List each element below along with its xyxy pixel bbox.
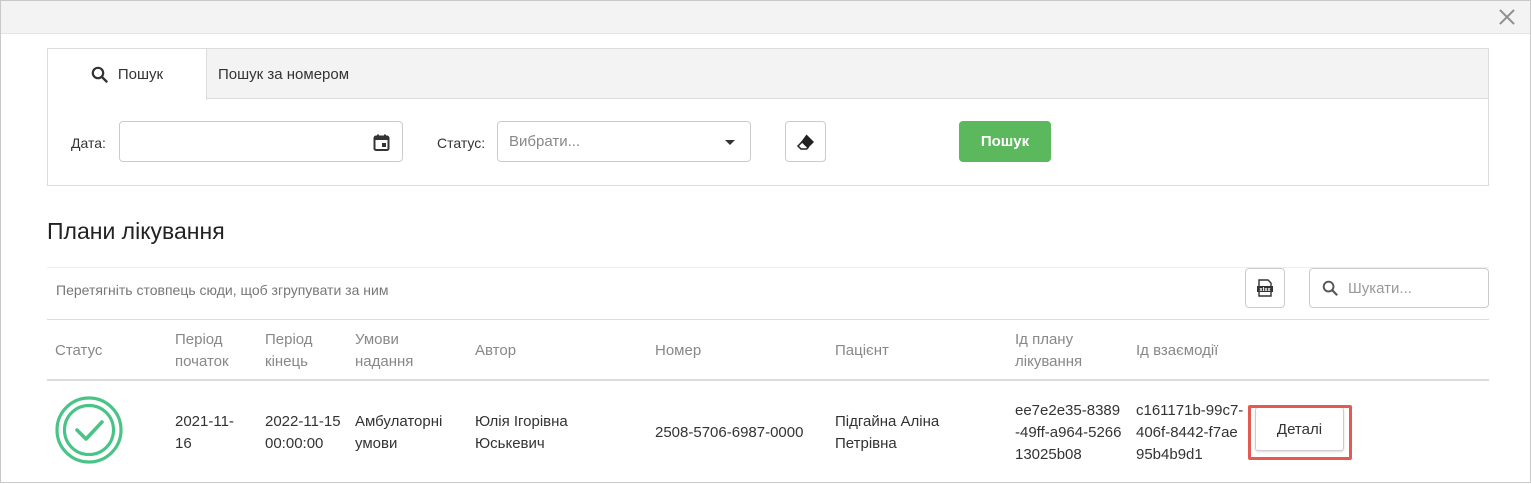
column-header-status[interactable]: Статус bbox=[55, 321, 165, 381]
tab-search-by-number[interactable]: Пошук за номером bbox=[218, 49, 349, 99]
column-header-interaction-id[interactable]: Ід взаємодії bbox=[1136, 321, 1246, 381]
search-button[interactable]: Пошук bbox=[959, 121, 1051, 162]
tab-search-by-number-label: Пошук за номером bbox=[218, 65, 350, 83]
cell-interaction-id: c161171b-99c7-406f-8442-f7ae95b4b9d1 bbox=[1136, 402, 1244, 463]
details-button[interactable]: Деталі bbox=[1255, 407, 1344, 451]
column-header-plan-id[interactable]: Ід плану лікування bbox=[1015, 321, 1120, 381]
status-select[interactable]: Вибрати... bbox=[497, 121, 751, 162]
column-header-period-end[interactable]: Період кінець bbox=[265, 321, 345, 381]
search-icon bbox=[1322, 280, 1338, 296]
close-icon[interactable] bbox=[1496, 6, 1518, 28]
group-panel-hint: Перетягніть стовпець сюди, щоб згрупуват… bbox=[56, 282, 389, 298]
modal-header bbox=[1, 1, 1530, 34]
clear-filters-button[interactable] bbox=[785, 121, 826, 162]
export-xlsx-button[interactable]: xlsx bbox=[1245, 268, 1285, 308]
column-header-number[interactable]: Номер bbox=[655, 321, 825, 381]
check-circle-icon bbox=[55, 396, 123, 464]
tab-search-label: Пошук bbox=[117, 66, 164, 83]
search-panel: Пошук Пошук за номером Дата: Статус: Виб… bbox=[47, 48, 1489, 186]
cell-plan-id: ee7e2e35-8389-49ff-a964-526613025b08 bbox=[1015, 402, 1122, 463]
grid-search-input[interactable] bbox=[1348, 279, 1478, 297]
status-label: Статус: bbox=[437, 135, 486, 151]
cell-number: 2508-5706-6987-0000 bbox=[655, 424, 804, 441]
search-icon bbox=[91, 66, 108, 83]
cell-author: Юлія Ігорівна Юськевич bbox=[475, 413, 568, 452]
cell-conditions: Амбулаторні умови bbox=[355, 413, 443, 452]
column-header-period-start[interactable]: Період початок bbox=[175, 321, 255, 381]
column-header-conditions[interactable]: Умови надання bbox=[355, 321, 455, 381]
calendar-icon[interactable] bbox=[373, 134, 390, 151]
date-field[interactable] bbox=[119, 121, 403, 162]
eraser-icon bbox=[796, 134, 814, 150]
date-label: Дата: bbox=[71, 135, 106, 151]
group-panel[interactable]: Перетягніть стовпець сюди, щоб згрупуват… bbox=[47, 267, 1489, 320]
grid-search-box[interactable] bbox=[1309, 268, 1489, 308]
page-title: Плани лікування bbox=[47, 218, 225, 244]
tab-search[interactable]: Пошук bbox=[48, 49, 207, 100]
search-tabs: Пошук Пошук за номером bbox=[48, 49, 1488, 100]
svg-text:xlsx: xlsx bbox=[1259, 287, 1271, 293]
status-select-placeholder: Вибрати... bbox=[509, 133, 581, 150]
chevron-down-icon bbox=[725, 140, 735, 145]
table-header: Статус Період початок Період кінець Умов… bbox=[47, 321, 1489, 381]
xlsx-export-icon: xlsx bbox=[1257, 279, 1273, 297]
cell-period-end: 2022-11-15 00:00:00 bbox=[265, 413, 341, 452]
treatment-plans-modal: Пошук Пошук за номером Дата: Статус: Виб… bbox=[0, 0, 1531, 483]
column-header-patient[interactable]: Пацієнт bbox=[835, 321, 1005, 381]
table-row: 2021-11-16 2022-11-15 00:00:00 Амбулатор… bbox=[47, 382, 1489, 484]
column-header-author[interactable]: Автор bbox=[475, 321, 635, 381]
cell-period-start: 2021-11-16 bbox=[175, 413, 234, 452]
cell-patient: Підгайна Аліна Петрівна bbox=[835, 413, 940, 452]
